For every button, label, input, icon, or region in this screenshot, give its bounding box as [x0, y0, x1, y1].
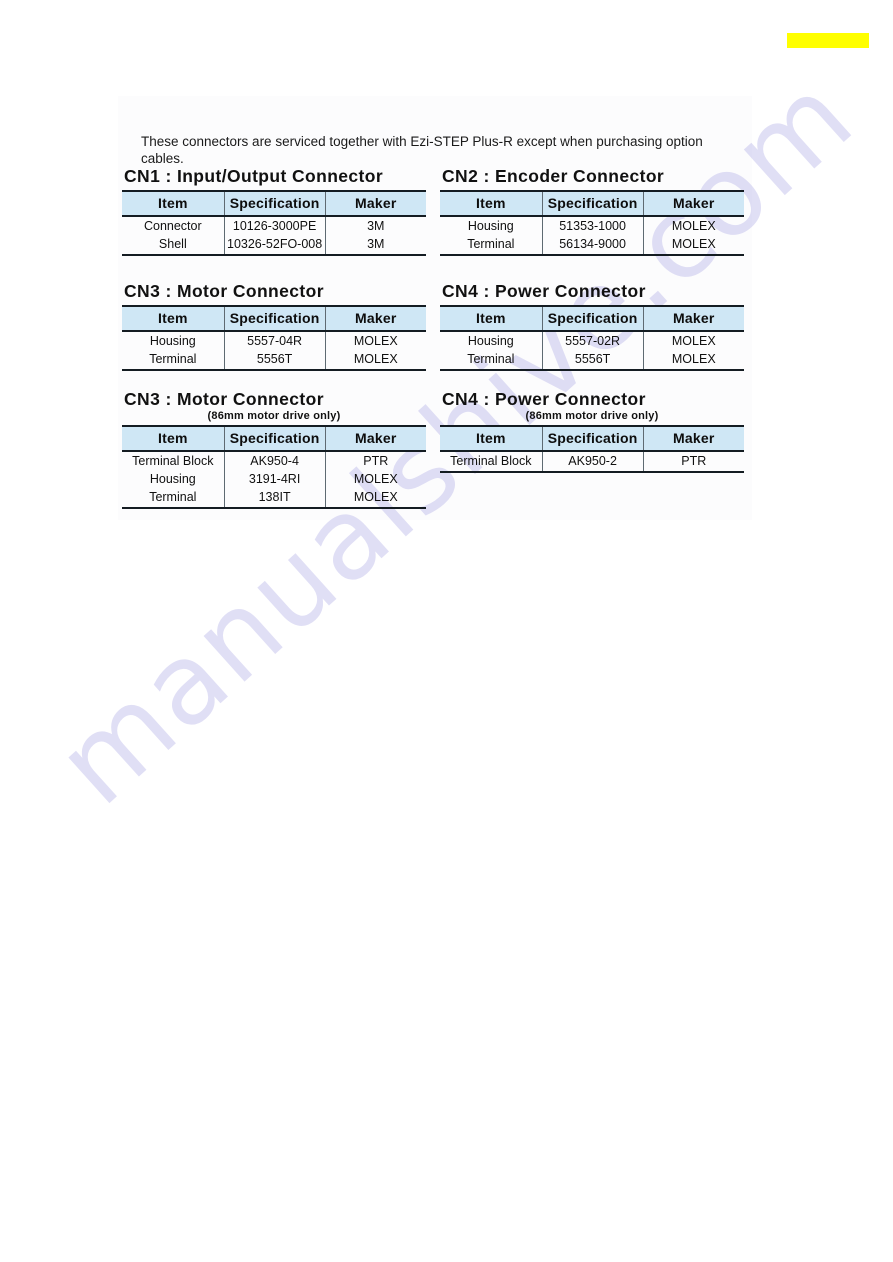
panel-title: CN2 : Encoder Connector: [442, 166, 665, 186]
column-header-item: Item: [440, 190, 543, 217]
table-row: Terminal 5556T MOLEX: [440, 350, 744, 371]
cell-item: Housing: [467, 334, 514, 348]
spec-table: Item Specification Maker Connector 10126…: [122, 190, 426, 256]
cell-item: Housing: [149, 334, 196, 348]
cell-maker: PTR: [324, 451, 426, 470]
column-header-item: Item: [440, 305, 543, 332]
column-header-maker: Maker: [324, 190, 426, 217]
cell-maker: MOLEX: [642, 235, 744, 256]
connector-panel-cn2: CN2 : Encoder Connector Item Specificati…: [440, 166, 744, 256]
connector-panel-cn3-86mm: CN3 : Motor Connector (86mm motor drive …: [122, 389, 426, 509]
cell-specification: 51353-1000: [541, 216, 644, 235]
cell-item: Terminal Block: [132, 454, 214, 468]
yellow-highlight-mark: [787, 33, 869, 48]
spec-table: Item Specification Maker Housing 5557-02…: [440, 305, 744, 371]
cell-specification: 3191-4RI: [223, 470, 326, 488]
column-header-item: Item: [122, 190, 225, 217]
spec-table: Item Specification Maker Housing 51353-1…: [440, 190, 744, 256]
column-header-item: Item: [122, 305, 225, 332]
cell-item: Terminal: [440, 235, 543, 256]
table-row: Terminal Block AK950-4 PTR: [122, 451, 426, 470]
table-header-row: Item Specification Maker: [122, 305, 426, 332]
table-row: Housing 3191-4RI MOLEX: [122, 470, 426, 488]
column-header-specification: Specification: [541, 425, 644, 452]
table-row: Terminal 56134-9000 MOLEX: [440, 235, 744, 256]
cell-maker: MOLEX: [642, 350, 744, 371]
column-header-maker: Maker: [642, 425, 744, 452]
cell-specification: AK950-2: [541, 451, 644, 473]
panel-title: CN3 : Motor Connector: [124, 389, 324, 409]
cell-specification: 5556T: [541, 350, 644, 371]
column-header-item: Item: [122, 425, 225, 452]
table-header-row: Item Specification Maker: [440, 190, 744, 217]
cell-item: Terminal: [122, 488, 225, 509]
panel-title: CN4 : Power Connector: [442, 281, 646, 301]
cell-maker: MOLEX: [642, 331, 744, 350]
cell-maker: MOLEX: [324, 350, 426, 371]
table-header-row: Item Specification Maker: [440, 425, 744, 452]
table-row: Shell 10326-52FO-008 3M: [122, 235, 426, 256]
cell-maker: MOLEX: [642, 216, 744, 235]
cell-item: Housing: [149, 472, 196, 486]
panel-subtitle: (86mm motor drive only): [525, 410, 659, 422]
document-content: These connectors are serviced together w…: [0, 0, 893, 1262]
column-header-specification: Specification: [541, 305, 644, 332]
table-header-row: Item Specification Maker: [122, 425, 426, 452]
table-row: Terminal 138IT MOLEX: [122, 488, 426, 509]
column-header-specification: Specification: [223, 190, 326, 217]
table-header-row: Item Specification Maker: [440, 305, 744, 332]
cell-item: Connector: [143, 219, 202, 233]
cell-specification: 10126-3000PE: [223, 216, 326, 235]
cell-specification: 5557-04R: [223, 331, 326, 350]
cell-maker: MOLEX: [324, 470, 426, 488]
table-row: Terminal Block AK950-2 PTR: [440, 451, 744, 473]
column-header-maker: Maker: [324, 305, 426, 332]
connector-panel-cn4: CN4 : Power Connector Item Specification…: [440, 281, 744, 371]
connector-panel-cn4-86mm: CN4 : Power Connector (86mm motor drive …: [440, 389, 744, 473]
cell-item: Shell: [122, 235, 225, 256]
cell-item: Terminal Block: [440, 451, 543, 473]
cell-specification: 10326-52FO-008: [223, 235, 326, 256]
table-row: Housing 5557-04R MOLEX: [122, 331, 426, 350]
column-header-specification: Specification: [223, 425, 326, 452]
cell-specification: 5556T: [223, 350, 326, 371]
cell-specification: AK950-4: [223, 451, 326, 470]
table-header-row: Item Specification Maker: [122, 190, 426, 217]
table-row: Housing 5557-02R MOLEX: [440, 331, 744, 350]
spec-table: Item Specification Maker Terminal Block …: [440, 425, 744, 473]
table-row: Connector 10126-3000PE 3M: [122, 216, 426, 235]
cell-maker: 3M: [324, 216, 426, 235]
panel-title: CN1 : Input/Output Connector: [124, 166, 384, 186]
column-header-specification: Specification: [541, 190, 644, 217]
cell-item: Terminal: [440, 350, 543, 371]
column-header-maker: Maker: [642, 305, 744, 332]
cell-maker: MOLEX: [324, 488, 426, 509]
cell-maker: 3M: [324, 235, 426, 256]
connector-panel-cn1: CN1 : Input/Output Connector Item Specif…: [122, 166, 426, 256]
cell-specification: 5557-02R: [541, 331, 644, 350]
column-header-specification: Specification: [223, 305, 326, 332]
connector-panel-cn3: CN3 : Motor Connector Item Specification…: [122, 281, 426, 371]
column-header-maker: Maker: [324, 425, 426, 452]
spec-table: Item Specification Maker Terminal Block …: [122, 425, 426, 509]
spec-table: Item Specification Maker Housing 5557-04…: [122, 305, 426, 371]
cell-specification: 138IT: [223, 488, 326, 509]
panel-title: CN3 : Motor Connector: [124, 281, 324, 301]
column-header-item: Item: [440, 425, 543, 452]
cell-specification: 56134-9000: [541, 235, 644, 256]
panel-subtitle: (86mm motor drive only): [207, 410, 341, 422]
table-row: Housing 51353-1000 MOLEX: [440, 216, 744, 235]
cell-maker: MOLEX: [324, 331, 426, 350]
cell-item: Housing: [467, 219, 514, 233]
cell-maker: PTR: [642, 451, 744, 473]
cell-item: Terminal: [122, 350, 225, 371]
table-row: Terminal 5556T MOLEX: [122, 350, 426, 371]
intro-note: These connectors are serviced together w…: [141, 133, 703, 166]
column-header-maker: Maker: [642, 190, 744, 217]
panel-title: CN4 : Power Connector: [442, 389, 646, 409]
